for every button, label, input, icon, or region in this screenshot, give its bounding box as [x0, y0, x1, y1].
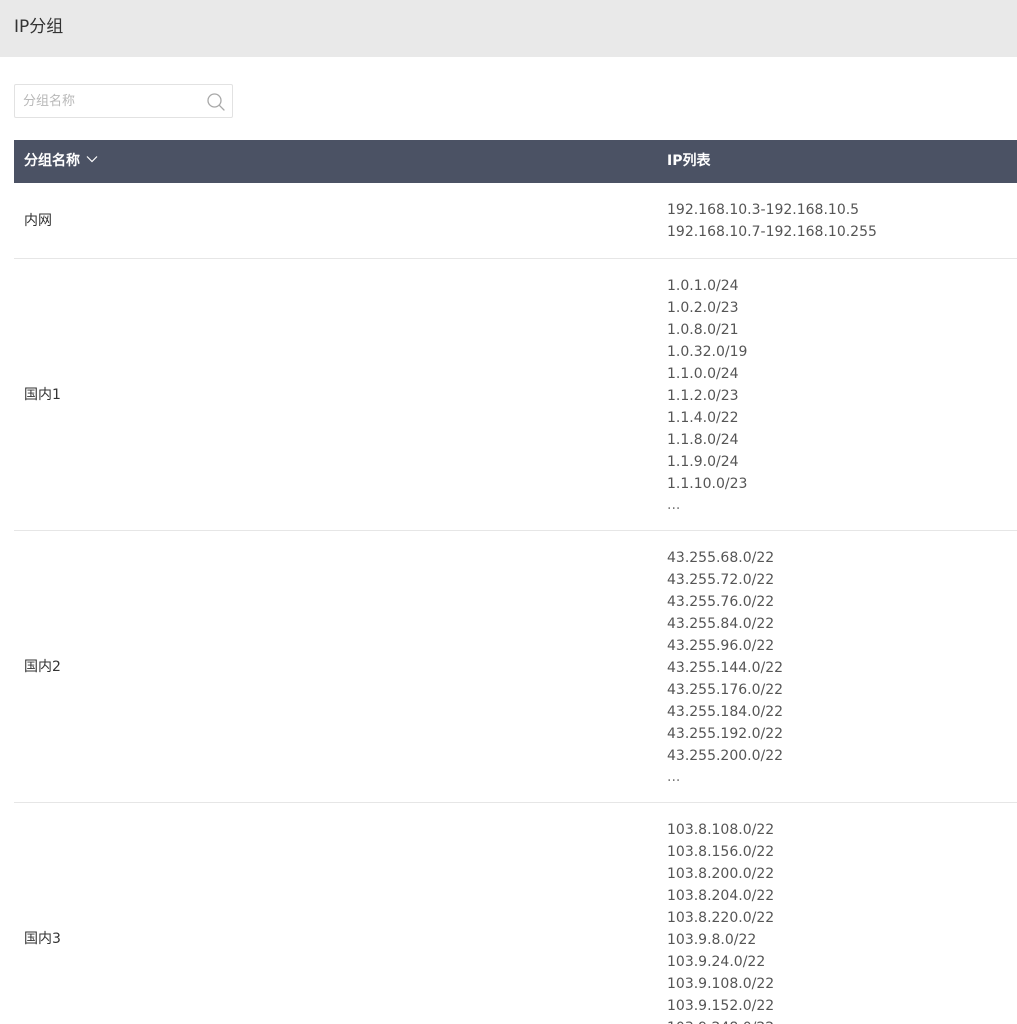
ip-entry: 103.9.8.0/22	[667, 932, 757, 948]
ip-entry: 1.1.0.0/24	[667, 366, 739, 382]
ip-entry: 43.255.176.0/22	[667, 682, 784, 698]
ip-entry: 1.0.1.0/24	[667, 278, 739, 294]
group-name-cell: 内网	[24, 212, 52, 229]
table-row: 国内1 1.0.1.0/24 1.0.2.0/23 1.0.8.0/21 1.0.32.…	[14, 259, 1017, 531]
column-header-group-name-label: 分组名称	[24, 153, 80, 169]
table-row: 国内2 43.255.68.0/22 43.255.72.0/22 43.255.76…	[14, 531, 1017, 803]
ip-entry: 1.0.2.0/23	[667, 300, 739, 316]
ip-entry: 43.255.192.0/22	[667, 726, 784, 742]
title-bar: IP分组	[0, 0, 1017, 57]
ip-entry: 1.0.8.0/21	[667, 322, 739, 338]
ip-list-more: ...	[667, 769, 681, 785]
ip-list-cell: 192.168.10.3-192.168.10.5 192.168.10.7-19…	[667, 199, 877, 243]
chevron-down-icon[interactable]	[86, 138, 98, 181]
group-name-cell: 国内2	[24, 658, 61, 675]
ip-list-cell: 43.255.68.0/22 43.255.72.0/22 43.255.76.0/…	[667, 547, 783, 787]
ip-entry: 103.8.156.0/22	[667, 844, 775, 860]
ip-entry: 43.255.72.0/22	[667, 572, 775, 588]
ip-entry: 43.255.84.0/22	[667, 616, 775, 632]
table-row: 国内3 103.8.108.0/22 103.8.156.0/22 103.8.200…	[14, 803, 1017, 1024]
column-header-group-name[interactable]: 分组名称	[24, 140, 98, 183]
ip-group-table: 分组名称 IP列表 内网 192.168.10.3-192.168.10.5 192…	[14, 140, 1017, 1024]
ip-entry: 1.1.9.0/24	[667, 454, 739, 470]
table-body: 内网 192.168.10.3-192.168.10.5 192.168.10.7-…	[14, 183, 1017, 1024]
table-row: 内网 192.168.10.3-192.168.10.5 192.168.10.7-…	[14, 183, 1017, 259]
ip-entry: 103.9.24.0/22	[667, 954, 766, 970]
ip-entry: 43.255.96.0/22	[667, 638, 775, 654]
ip-entry: 1.0.32.0/19	[667, 344, 748, 360]
ip-entry: 103.9.152.0/22	[667, 998, 775, 1014]
ip-entry: 1.1.2.0/23	[667, 388, 739, 404]
search-box	[14, 84, 233, 118]
ip-list-more: ...	[667, 497, 681, 513]
ip-group-page: IP分组 分组名称 IP列表 内网 192.168.10.3-192.168.10…	[0, 0, 1017, 1024]
table-header: 分组名称 IP列表	[14, 140, 1017, 183]
ip-entry: 1.1.10.0/23	[667, 476, 748, 492]
ip-entry: 1.1.4.0/22	[667, 410, 739, 426]
ip-list-cell: 1.0.1.0/24 1.0.2.0/23 1.0.8.0/21 1.0.32.0/1…	[667, 275, 747, 515]
ip-entry: 103.8.220.0/22	[667, 910, 775, 926]
ip-entry: 103.8.204.0/22	[667, 888, 775, 904]
page-title: IP分组	[14, 17, 64, 37]
search-icon[interactable]	[206, 92, 226, 112]
ip-entry: 103.9.108.0/22	[667, 976, 775, 992]
ip-entry: 43.255.76.0/22	[667, 594, 775, 610]
ip-entry: 103.8.108.0/22	[667, 822, 775, 838]
ip-entry: 43.255.184.0/22	[667, 704, 784, 720]
ip-entry: 103.9.248.0/22	[667, 1017, 774, 1024]
ip-entry: 1.1.8.0/24	[667, 432, 739, 448]
ip-entry: 43.255.68.0/22	[667, 550, 775, 566]
ip-entry: 192.168.10.7-192.168.10.255	[667, 224, 877, 240]
ip-entry: 43.255.200.0/22	[667, 748, 784, 764]
group-name-cell: 国内3	[24, 930, 61, 947]
ip-entry: 43.255.144.0/22	[667, 660, 784, 676]
ip-entry: 103.8.200.0/22	[667, 866, 775, 882]
group-name-cell: 国内1	[24, 386, 61, 403]
ip-list-cell: 103.8.108.0/22 103.8.156.0/22 103.8.200.0/…	[667, 819, 774, 1024]
column-header-ip-list: IP列表	[667, 153, 711, 169]
ip-entry: 192.168.10.3-192.168.10.5	[667, 202, 860, 218]
search-input[interactable]	[23, 85, 203, 117]
